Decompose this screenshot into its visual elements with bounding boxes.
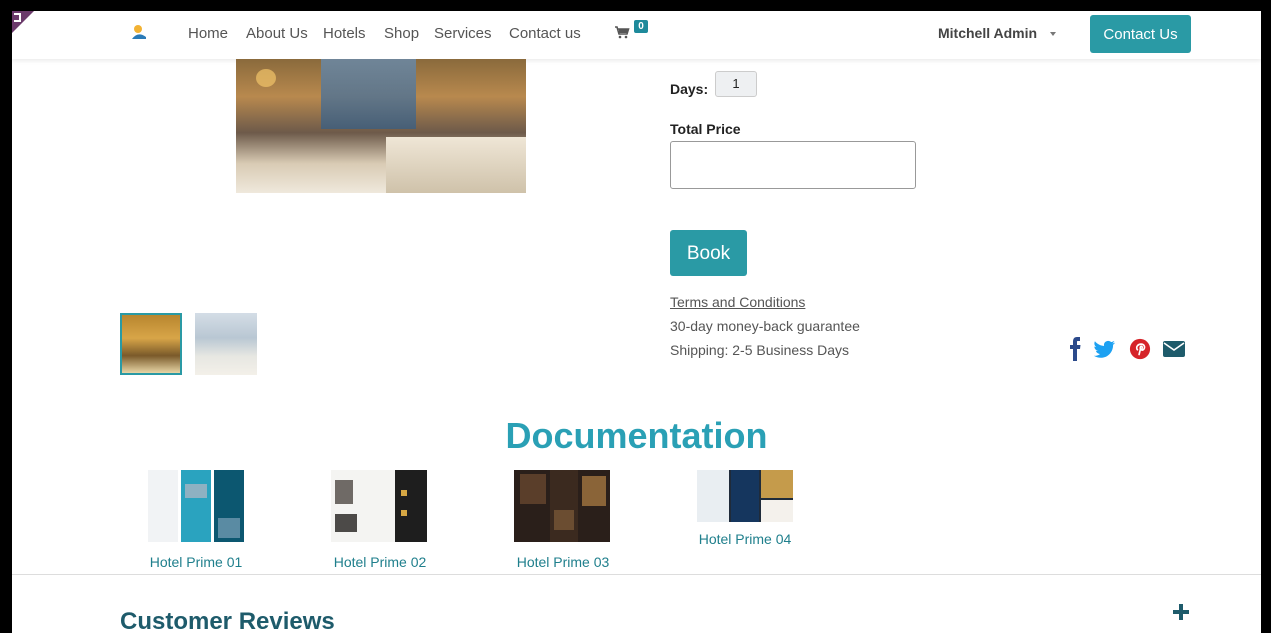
document-thumbnail-4[interactable] <box>697 470 793 522</box>
total-price-input[interactable] <box>670 141 916 189</box>
product-thumbnail-1[interactable] <box>120 313 182 375</box>
nav-link-hotels[interactable]: Hotels <box>323 25 366 42</box>
image-window-detail <box>321 59 416 129</box>
document-name-2[interactable]: Hotel Prime 02 <box>310 554 450 570</box>
nav-link-services[interactable]: Services <box>434 25 492 42</box>
nav-link-contact-us[interactable]: Contact us <box>509 25 581 42</box>
product-main-image <box>236 59 526 193</box>
document-name-4[interactable]: Hotel Prime 04 <box>675 531 815 547</box>
user-menu[interactable]: Mitchell Admin <box>938 25 1037 41</box>
document-thumbnail-2[interactable] <box>331 470 427 542</box>
chevron-down-icon[interactable] <box>1050 32 1056 36</box>
days-input[interactable]: 1 <box>715 71 757 97</box>
top-navbar: Home About Us Hotels Shop Services Conta… <box>12 11 1261 59</box>
shopping-cart-icon[interactable] <box>614 24 630 40</box>
email-icon[interactable] <box>1162 337 1186 361</box>
page: Home About Us Hotels Shop Services Conta… <box>12 11 1261 633</box>
image-lamp-detail <box>256 69 276 87</box>
editor-corner-icon <box>14 13 21 22</box>
document-thumbnail-1[interactable] <box>148 470 244 542</box>
expand-plus-icon[interactable] <box>1172 603 1190 621</box>
section-divider <box>12 574 1261 575</box>
document-name-3[interactable]: Hotel Prime 03 <box>493 554 633 570</box>
nav-link-about-us[interactable]: About Us <box>246 25 308 42</box>
documentation-heading: Documentation <box>505 415 768 456</box>
nav-link-shop[interactable]: Shop <box>384 25 419 42</box>
nav-link-home[interactable]: Home <box>188 25 228 42</box>
terms-and-conditions-link[interactable]: Terms and Conditions <box>670 294 805 310</box>
image-bed-detail <box>386 137 526 193</box>
product-thumbnail-2[interactable] <box>195 313 257 375</box>
twitter-icon[interactable] <box>1094 337 1116 361</box>
pinterest-icon[interactable] <box>1129 337 1151 361</box>
site-logo-icon[interactable] <box>130 23 148 41</box>
money-back-guarantee-text: 30-day money-back guarantee <box>670 318 860 334</box>
document-name-1[interactable]: Hotel Prime 01 <box>126 554 266 570</box>
customer-reviews-heading: Customer Reviews <box>120 608 335 633</box>
document-thumbnail-3[interactable] <box>514 470 610 542</box>
facebook-icon[interactable] <box>1069 337 1081 361</box>
book-button[interactable]: Book <box>670 230 747 276</box>
cart-count-badge: 0 <box>634 20 648 33</box>
contact-us-button[interactable]: Contact Us <box>1090 15 1191 53</box>
shipping-info-text: Shipping: 2-5 Business Days <box>670 342 849 358</box>
total-price-label: Total Price <box>670 121 741 137</box>
days-label: Days: <box>670 81 709 97</box>
